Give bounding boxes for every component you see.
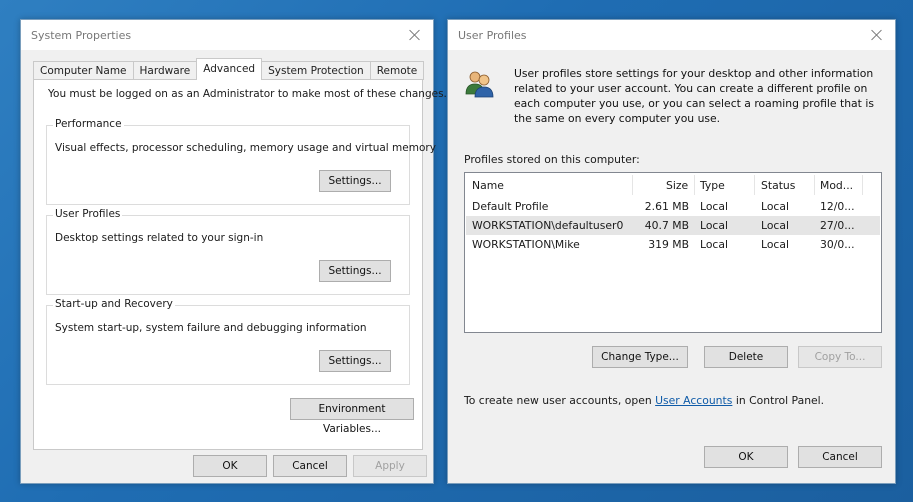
column-header-type[interactable]: Type — [700, 179, 725, 192]
startup-recovery-title: Start-up and Recovery — [53, 298, 175, 310]
tab-hardware[interactable]: Hardware — [132, 61, 198, 80]
column-separator[interactable] — [862, 175, 863, 195]
environment-variables-button[interactable]: Environment Variables... — [290, 398, 414, 435]
table-row[interactable]: Default Profile 2.61 MB Local Local 12/0… — [466, 197, 880, 216]
system-properties-window: System Properties Computer Name Hardware… — [20, 19, 447, 484]
user-profiles-group: User Profiles Desktop settings related t… — [46, 208, 410, 295]
tab-strip: Computer Name Hardware Advanced System P… — [33, 58, 425, 80]
title-bar: User Profiles — [448, 20, 895, 50]
cancel-button[interactable]: Cancel — [273, 455, 347, 477]
column-separator[interactable] — [632, 175, 633, 195]
user-profiles-window: User Profiles User profiles store settin… — [447, 19, 896, 484]
profiles-stored-label: Profiles stored on this computer: — [464, 153, 640, 166]
performance-title: Performance — [53, 118, 124, 130]
users-icon — [465, 71, 494, 98]
column-separator[interactable] — [814, 175, 815, 195]
user-profiles-description: Desktop settings related to your sign-in — [55, 232, 264, 244]
cell-modified: 30/0... — [820, 238, 855, 251]
advanced-tab-panel: You must be logged on as an Administrato… — [33, 79, 447, 450]
copy-to-button[interactable]: Copy To... — [798, 346, 882, 368]
column-header-status[interactable]: Status — [761, 179, 795, 192]
cell-modified: 12/0... — [820, 200, 855, 213]
table-row[interactable]: WORKSTATION\defaultuser0 40.7 MB Local L… — [466, 216, 880, 235]
cell-name: Default Profile — [472, 200, 549, 213]
startup-recovery-settings-button[interactable]: Settings... — [319, 350, 391, 372]
user-profiles-settings-button[interactable]: Settings... — [319, 260, 391, 282]
profiles-list[interactable]: Name Size Type Status Mod... Default Pro… — [464, 172, 882, 333]
cell-size: 2.61 MB — [644, 200, 689, 213]
cell-type: Local — [700, 219, 728, 232]
cancel-button[interactable]: Cancel — [798, 446, 882, 468]
cell-status: Local — [761, 200, 789, 213]
user-accounts-link[interactable]: User Accounts — [655, 394, 732, 407]
user-profiles-description: User profiles store settings for your de… — [514, 67, 874, 125]
cell-type: Local — [700, 238, 728, 251]
column-header-name[interactable]: Name — [472, 179, 504, 192]
table-row[interactable]: WORKSTATION\Mike 319 MB Local Local 30/0… — [466, 235, 880, 254]
footer-prefix: To create new user accounts, open — [464, 394, 656, 407]
ok-button[interactable]: OK — [704, 446, 788, 468]
startup-recovery-description: System start-up, system failure and debu… — [55, 322, 367, 334]
cell-type: Local — [700, 200, 728, 213]
list-header: Name Size Type Status Mod... — [466, 173, 880, 197]
performance-description: Visual effects, processor scheduling, me… — [55, 142, 436, 154]
cell-status: Local — [761, 219, 789, 232]
tab-remote[interactable]: Remote — [369, 61, 425, 80]
performance-settings-button[interactable]: Settings... — [319, 170, 391, 192]
column-separator[interactable] — [694, 175, 695, 195]
column-header-modified[interactable]: Mod... — [820, 179, 853, 192]
close-icon[interactable] — [869, 27, 885, 43]
cell-name: WORKSTATION\Mike — [472, 238, 580, 251]
admin-note: You must be logged on as an Administrato… — [48, 88, 447, 100]
change-type-button[interactable]: Change Type... — [592, 346, 688, 368]
create-accounts-text: To create new user accounts, open User A… — [464, 394, 824, 407]
close-icon[interactable] — [407, 27, 423, 43]
title-bar: System Properties — [21, 20, 433, 50]
cell-size: 40.7 MB — [644, 219, 689, 232]
cell-modified: 27/0... — [820, 219, 855, 232]
tab-system-protection[interactable]: System Protection — [261, 61, 371, 80]
column-header-size[interactable]: Size — [666, 179, 688, 192]
cell-name: WORKSTATION\defaultuser0 — [472, 219, 624, 232]
footer-suffix: in Control Panel. — [732, 394, 825, 407]
window-title: System Properties — [31, 28, 132, 42]
column-separator[interactable] — [754, 175, 755, 195]
window-title: User Profiles — [458, 28, 527, 42]
user-profiles-title: User Profiles — [53, 208, 123, 220]
cell-status: Local — [761, 238, 789, 251]
delete-button[interactable]: Delete — [704, 346, 788, 368]
ok-button[interactable]: OK — [193, 455, 267, 477]
tab-computer-name[interactable]: Computer Name — [33, 61, 134, 80]
tab-advanced[interactable]: Advanced — [196, 58, 263, 80]
startup-recovery-group: Start-up and Recovery System start-up, s… — [46, 298, 410, 385]
apply-button[interactable]: Apply — [353, 455, 427, 477]
performance-group: Performance Visual effects, processor sc… — [46, 118, 436, 205]
cell-size: 319 MB — [648, 238, 689, 251]
